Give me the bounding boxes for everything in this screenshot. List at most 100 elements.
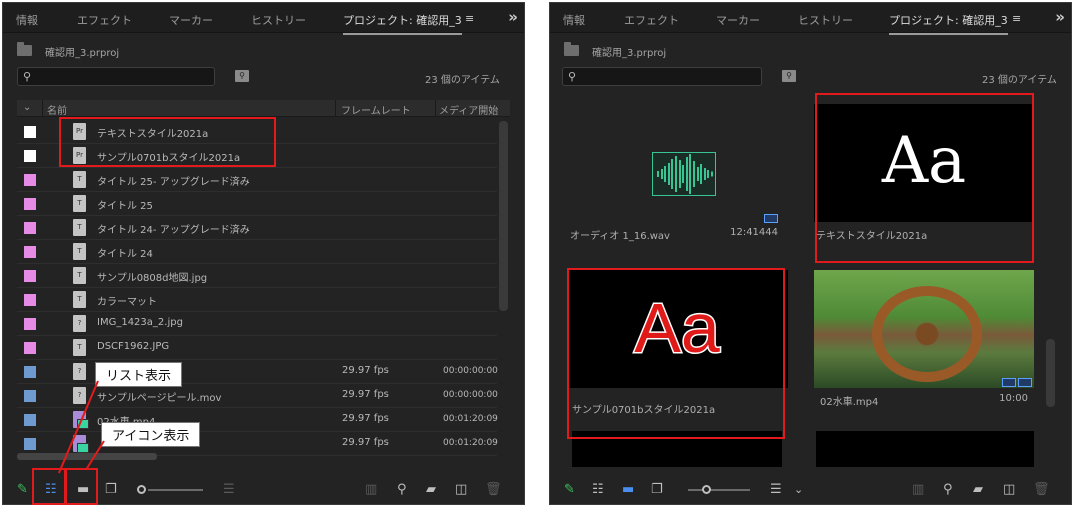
find-icon[interactable]: ⚲ (397, 483, 407, 497)
waveform-bar (660, 169, 663, 179)
table-row[interactable]: T タイトル 24 (17, 240, 497, 264)
table-row[interactable]: 02水車.mp429.97 fps00:01:20:09 (17, 408, 498, 432)
tab-history[interactable]: ヒストリー (251, 12, 306, 28)
table-row[interactable]: T タイトル 25 (17, 192, 497, 216)
label-color-swatch[interactable] (24, 198, 36, 210)
highlight-list-view-button (32, 468, 66, 505)
thumbnail-label: オーディオ 1_16.wav (570, 231, 670, 242)
label-color-swatch[interactable] (24, 414, 36, 426)
freeform-view-button[interactable]: ❐ (651, 483, 663, 497)
label-color-swatch[interactable] (24, 366, 36, 378)
item-name: タイトル 24 (97, 249, 153, 260)
label-color-swatch[interactable] (24, 174, 36, 186)
delete-icon[interactable]: 🗑 (1033, 483, 1050, 497)
automate-sequence-icon[interactable]: ▥ (365, 483, 377, 497)
automate-sequence-icon[interactable]: ▥ (912, 483, 924, 497)
label-color-swatch[interactable] (24, 438, 36, 450)
zoom-slider[interactable] (688, 489, 750, 491)
new-search-bin-icon[interactable]: ⚲ (782, 70, 796, 82)
label-color-swatch[interactable] (24, 270, 36, 282)
tab-project[interactable]: プロジェクト: 確認用_3 (889, 12, 1008, 35)
list-view-button[interactable]: ☷ (592, 483, 604, 497)
item-frame-rate: 29.97 fps (342, 437, 389, 448)
tab-effects[interactable]: エフェクト (624, 12, 679, 28)
pencil-icon[interactable]: ✎ (17, 483, 28, 497)
chevron-down-icon[interactable]: ⌄ (794, 483, 803, 497)
new-search-bin-icon[interactable]: ⚲ (235, 70, 249, 82)
icon-view-button[interactable]: ▬ (622, 483, 634, 497)
video-frame-image (814, 270, 1034, 388)
label-color-swatch[interactable] (24, 126, 36, 138)
table-row[interactable]: T カラーマット (17, 288, 497, 312)
thumbnail-video[interactable]: 02水車.mp4 10:00 (814, 270, 1034, 415)
file-type-icon: ? (73, 315, 86, 332)
tab-history[interactable]: ヒストリー (798, 12, 853, 28)
pencil-icon[interactable]: ✎ (564, 483, 575, 497)
new-bin-icon[interactable]: ▰ (973, 483, 983, 497)
waveform-bar (693, 161, 695, 187)
zoom-slider[interactable] (148, 489, 203, 491)
column-frame-rate[interactable]: フレームレート (341, 102, 411, 117)
horizontal-scrollbar[interactable] (17, 453, 157, 460)
item-name: サンプルページピール.mov (97, 393, 222, 404)
water-wheel-image (872, 286, 982, 382)
waveform-bar (707, 170, 710, 178)
label-color-swatch[interactable] (24, 342, 36, 354)
label-color-swatch[interactable] (24, 294, 36, 306)
label-color-swatch[interactable] (24, 222, 36, 234)
waveform-bar (711, 171, 713, 177)
tab-overflow-icon[interactable]: » (1055, 8, 1065, 26)
sort-icon[interactable]: ☰ (223, 483, 235, 497)
column-media-start[interactable]: メディア開始 (439, 102, 498, 117)
panel-bottom-toolbar: ✎ ☷ ▬ ❐ ☰ ⌄ ▥ ⚲ ▰ ◫ 🗑 (550, 477, 1071, 503)
vertical-scrollbar[interactable] (499, 121, 508, 311)
tab-project[interactable]: プロジェクト: 確認用_3 (343, 12, 462, 35)
panel-menu-icon[interactable]: ≡ (1012, 12, 1021, 25)
column-name[interactable]: 名前 (47, 102, 67, 117)
project-file-name: 確認用_3.prproj (45, 48, 120, 59)
tab-info[interactable]: 情報 (16, 12, 38, 28)
sort-icon[interactable]: ☰ (770, 483, 782, 497)
table-row[interactable]: T サンプル0808d地図.jpg (17, 264, 497, 288)
zoom-slider-knob[interactable] (137, 485, 146, 494)
project-file-name: 確認用_3.prproj (592, 48, 667, 59)
label-color-swatch[interactable] (24, 246, 36, 258)
annotation-list-view: リスト表示 (95, 362, 183, 387)
label-color-swatch[interactable] (24, 318, 36, 330)
tab-markers[interactable]: マーカー (716, 12, 760, 28)
search-input[interactable]: ⚲ (17, 67, 215, 86)
vertical-scrollbar[interactable] (1046, 339, 1055, 407)
zoom-slider-knob[interactable] (702, 485, 711, 494)
delete-icon[interactable]: 🗑 (485, 483, 502, 497)
label-color-swatch[interactable] (24, 150, 36, 162)
thumbnail-duration: 12:41444 (730, 227, 778, 238)
table-row[interactable]: T DSCF1962.JPG (17, 336, 497, 360)
new-item-icon[interactable]: ◫ (1003, 483, 1015, 497)
chevron-down-icon[interactable]: ⌄ (23, 102, 31, 113)
tab-effects[interactable]: エフェクト (77, 12, 132, 28)
file-type-icon: T (73, 267, 86, 284)
panel-menu-icon[interactable]: ≡ (465, 12, 474, 25)
label-color-swatch[interactable] (24, 390, 36, 402)
table-row[interactable]: ? IMG_1423a_2.jpg (17, 312, 497, 336)
file-type-icon: T (73, 291, 86, 308)
item-count: 23 個のアイテム (425, 75, 500, 86)
table-row[interactable]: T タイトル 24- アップグレード済み (17, 216, 497, 240)
tab-overflow-icon[interactable]: » (508, 8, 518, 26)
highlight-sample-style-thumbnail (567, 268, 785, 439)
thumbnail-audio[interactable]: オーディオ 1_16.wav 12:41444 (564, 104, 784, 249)
table-row[interactable]: ? .mp429.97 fps00:00:00:00 (17, 360, 498, 384)
project-panel-list-view: 情報 エフェクト マーカー ヒストリー プロジェクト: 確認用_3 ≡ » 確認… (2, 2, 525, 505)
item-name: タイトル 25- アップグレード済み (97, 177, 250, 188)
search-input[interactable]: ⚲ (562, 67, 762, 86)
highlight-text-style-thumbnail (815, 93, 1034, 263)
table-row[interactable]: T タイトル 25- アップグレード済み (17, 168, 497, 192)
freeform-view-button[interactable]: ❐ (105, 483, 117, 497)
thumbnail-partial[interactable] (816, 431, 1034, 467)
tab-markers[interactable]: マーカー (169, 12, 213, 28)
tab-info[interactable]: 情報 (563, 12, 585, 28)
new-item-icon[interactable]: ◫ (455, 483, 467, 497)
new-bin-icon[interactable]: ▰ (426, 483, 436, 497)
waveform-bar (696, 167, 699, 181)
find-icon[interactable]: ⚲ (943, 483, 953, 497)
